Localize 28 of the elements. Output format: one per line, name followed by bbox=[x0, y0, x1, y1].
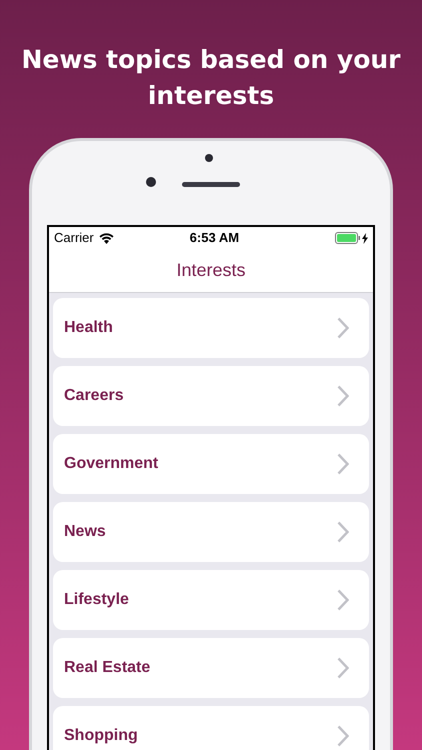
interest-label: Shopping bbox=[64, 726, 139, 746]
interest-label: Health bbox=[64, 318, 114, 338]
interest-row[interactable]: Careers bbox=[53, 366, 369, 426]
chevron-icon bbox=[337, 725, 349, 747]
interest-row[interactable]: Shopping bbox=[53, 706, 369, 750]
interest-row[interactable]: News bbox=[53, 502, 369, 562]
chevron-icon bbox=[337, 453, 349, 475]
speaker-icon bbox=[182, 182, 240, 187]
carrier-text: Carrier bbox=[54, 229, 94, 248]
chevron-icon bbox=[337, 657, 349, 679]
interest-row[interactable]: Real Estate bbox=[53, 638, 369, 698]
headline: News topics based on your interests bbox=[20, 44, 402, 112]
wifi-icon bbox=[98, 232, 114, 244]
interest-row[interactable]: Government bbox=[53, 434, 369, 494]
interest-label: Real Estate bbox=[64, 658, 152, 678]
chevron-icon bbox=[337, 317, 349, 339]
nav-title: Interests bbox=[176, 259, 246, 282]
chevron-icon bbox=[337, 589, 349, 611]
interest-label: News bbox=[64, 522, 107, 542]
interest-label: Lifestyle bbox=[64, 590, 130, 610]
battery-icon bbox=[335, 232, 361, 244]
chevron-icon bbox=[337, 521, 349, 543]
interest-label: Careers bbox=[64, 386, 125, 406]
interest-label: Government bbox=[64, 454, 160, 474]
interest-row[interactable]: Lifestyle bbox=[53, 570, 369, 630]
chevron-icon bbox=[337, 385, 349, 407]
interest-row[interactable]: Health bbox=[53, 298, 369, 358]
status-time: 6:53 AM bbox=[188, 229, 240, 248]
